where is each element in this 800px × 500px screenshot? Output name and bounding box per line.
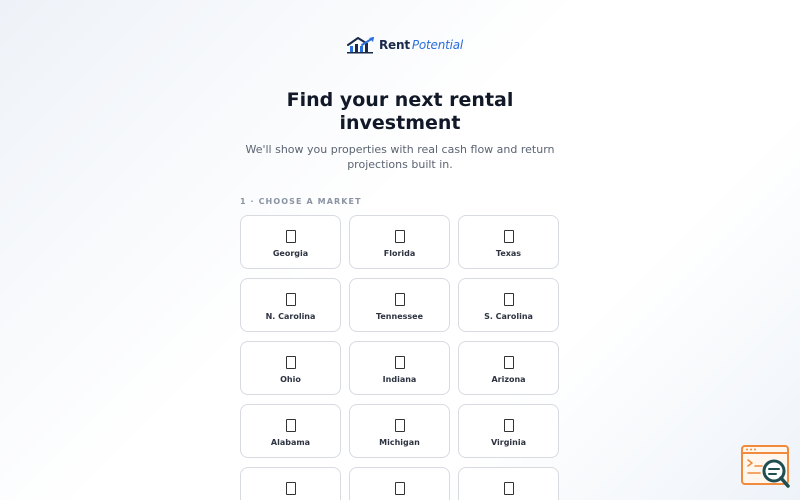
market-card-virginia[interactable]: Virginia [458,404,559,458]
market-card-arizona[interactable]: Arizona [458,341,559,395]
house-chart-icon [347,37,374,54]
page-subtitle: We'll show you properties with real cash… [245,143,555,171]
help-widget-button[interactable] [741,445,791,489]
market-label: Virginia [490,438,527,447]
market-card[interactable] [458,467,559,500]
market-label: Florida [383,249,416,258]
market-card-ohio[interactable]: Ohio [240,341,341,395]
market-label: Tennessee [375,312,423,321]
missing-glyph-icon [285,419,296,432]
brand-name-potential: Potential [411,38,464,52]
missing-glyph-icon [394,230,405,243]
market-card-michigan[interactable]: Michigan [349,404,450,458]
market-card-tennessee[interactable]: Tennessee [349,278,450,332]
market-label: Georgia [272,249,309,258]
brand-logo[interactable]: Rent Potential [347,35,463,55]
missing-glyph-icon [394,419,405,432]
step-label: 1 · Choose a market [240,197,362,206]
market-card-florida[interactable]: Florida [349,215,450,269]
market-card[interactable] [349,467,450,500]
market-label: Ohio [280,375,301,384]
market-card[interactable] [240,467,341,500]
page-title: Find your next rental investment [286,89,514,134]
brand-name-rent: Rent [379,38,410,52]
market-label: Michigan [379,438,420,447]
missing-glyph-icon [285,482,296,495]
missing-glyph-icon [394,293,405,306]
market-label: Indiana [382,375,417,384]
missing-glyph-icon [503,482,514,495]
missing-glyph-icon [285,293,296,306]
missing-glyph-icon [285,356,296,369]
market-card-indiana[interactable]: Indiana [349,341,450,395]
missing-glyph-icon [285,230,296,243]
market-label: Alabama [270,438,311,447]
support-search-icon [741,445,790,488]
missing-glyph-icon [503,419,514,432]
missing-glyph-icon [503,293,514,306]
missing-glyph-icon [503,356,514,369]
missing-glyph-icon [394,482,405,495]
market-label: N. Carolina [265,312,316,321]
missing-glyph-icon [394,356,405,369]
market-grid: Georgia Florida Texas N. Carolina Tennes… [240,215,560,500]
market-label: S. Carolina [484,312,533,321]
market-card-texas[interactable]: Texas [458,215,559,269]
market-label: Arizona [491,375,526,384]
market-card-s-carolina[interactable]: S. Carolina [458,278,559,332]
market-card-n-carolina[interactable]: N. Carolina [240,278,341,332]
missing-glyph-icon [503,230,514,243]
brand-wordmark: Rent Potential [379,38,463,52]
market-card-georgia[interactable]: Georgia [240,215,341,269]
market-label: Texas [495,249,522,258]
market-card-alabama[interactable]: Alabama [240,404,341,458]
